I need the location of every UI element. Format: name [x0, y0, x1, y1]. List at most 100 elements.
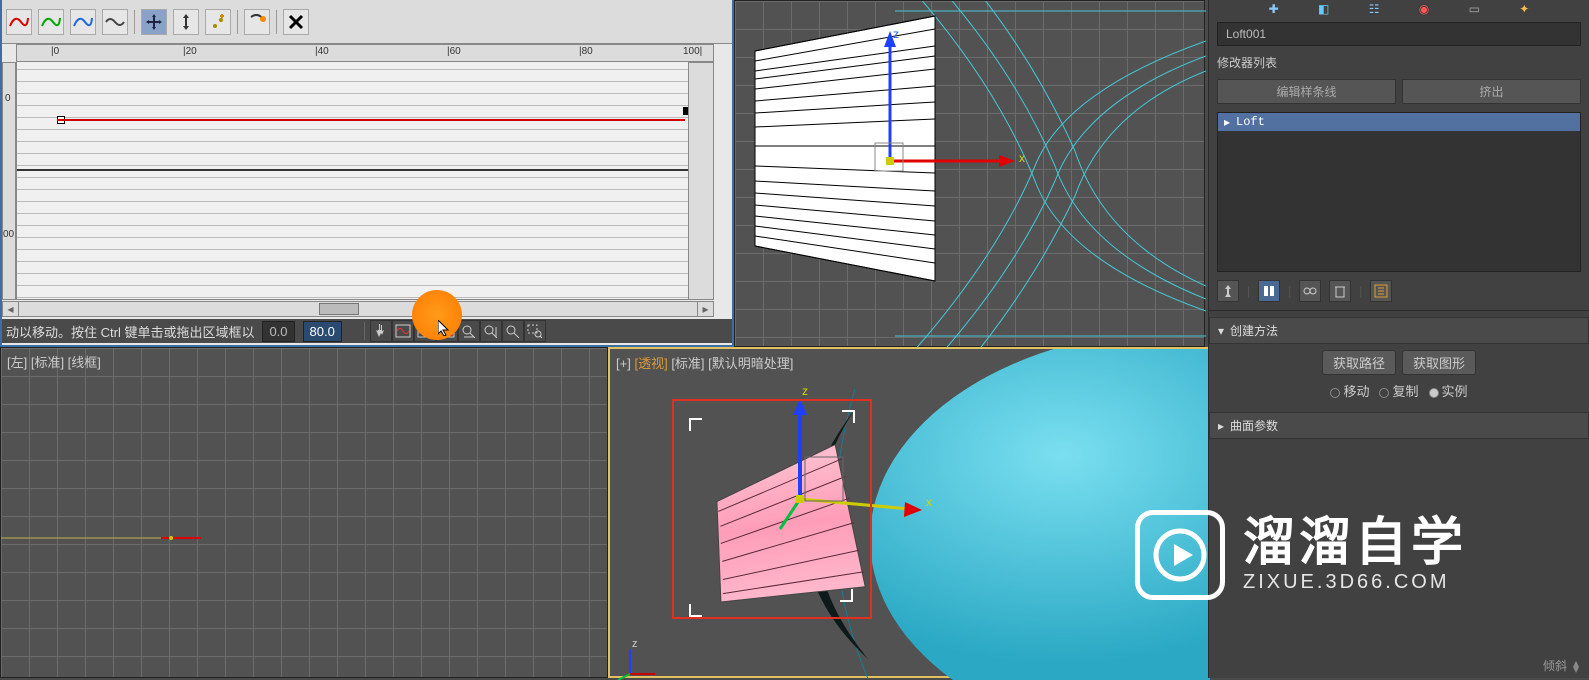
remove-modifier-icon[interactable] — [1329, 280, 1351, 302]
left-viewport-content — [1, 348, 609, 679]
annotation-highlight — [412, 290, 462, 340]
toolbar-sep-3 — [276, 10, 277, 34]
zoom-region-icon[interactable] — [524, 320, 546, 342]
viewport-left-label[interactable]: [左] [标准] [线框] — [7, 352, 101, 371]
spinner-icon[interactable]: ▴▾ — [1573, 660, 1579, 672]
value-ruler-right — [688, 62, 714, 300]
object-name-field[interactable]: Loft001 — [1217, 22, 1581, 46]
vp-label-rest: [标准] [默认明暗处理] — [671, 356, 793, 371]
stack-entry-label: Loft — [1236, 115, 1265, 129]
curve-line[interactable] — [57, 119, 685, 121]
tab-modify-icon[interactable]: ◧ — [1318, 2, 1329, 16]
viewport-perspective[interactable]: [+] [透视] [标准] [默认明暗处理] — [608, 347, 1208, 678]
value-ruler-left: 0 00 — [2, 62, 16, 300]
watermark-url: ZIXUE.3D66.COM — [1243, 571, 1467, 594]
left-label-0: 0 — [5, 93, 11, 104]
get-shape-button[interactable]: 获取图形 — [1402, 350, 1476, 375]
rollout-create-method[interactable]: ▾ 创建方法 — [1209, 317, 1589, 344]
tab-hierarchy-icon[interactable]: ☷ — [1369, 2, 1380, 16]
tab-utilities-icon[interactable]: ✦ — [1519, 2, 1529, 16]
tab-display-icon[interactable]: ▭ — [1469, 2, 1480, 16]
scroll-left-icon[interactable]: ◂ — [3, 302, 19, 316]
zoom-horiz-icon[interactable] — [458, 320, 480, 342]
curve-graph-area[interactable] — [16, 44, 714, 300]
radio-move[interactable]: 移动 — [1330, 381, 1369, 400]
timeline-ruler[interactable]: |0 |20 |40 |60 |80 100| — [16, 44, 714, 62]
viewport-perspective-label[interactable]: [+] [透视] [标准] [默认明暗处理] — [616, 353, 793, 372]
viewport-top[interactable]: z x — [734, 0, 1205, 347]
tick-40: |40 — [315, 46, 329, 57]
rollout-create-label: 创建方法 — [1230, 322, 1278, 339]
modifier-stack-entry[interactable]: ▸ Loft — [1218, 113, 1580, 131]
configure-sets-icon[interactable] — [1370, 280, 1392, 302]
pin-stack-icon[interactable] — [1217, 280, 1239, 302]
svg-text:z: z — [632, 638, 638, 650]
horizontal-scrollbar[interactable]: ◂ ▸ — [2, 301, 714, 317]
extrude-button[interactable]: 挤出 — [1402, 79, 1581, 104]
add-keys-icon[interactable] — [205, 9, 231, 35]
rollout-surface-params[interactable]: ▸ 曲面参数 — [1209, 412, 1589, 439]
scroll-right-icon[interactable]: ▸ — [697, 302, 713, 316]
value-field-1[interactable]: 0.0 — [262, 321, 294, 342]
radio-copy[interactable]: 复制 — [1379, 381, 1418, 400]
axis-z-label: z — [893, 27, 899, 41]
zoom-vert-icon[interactable] — [480, 320, 502, 342]
rollout-surface-label: 曲面参数 — [1230, 417, 1278, 434]
left-label-1: 00 — [3, 229, 14, 240]
cursor-pointer-icon — [438, 320, 450, 336]
make-unique-icon[interactable] — [1299, 280, 1321, 302]
zoom-icon[interactable] — [502, 320, 524, 342]
status-hint-text: 动以移动。按住 Ctrl 键单击或拖出区域框以 — [2, 322, 258, 341]
scale-vertical-icon[interactable] — [173, 9, 199, 35]
edit-spline-button[interactable]: 编辑样条线 — [1217, 79, 1396, 104]
watermark-logo: 溜溜自学 ZIXUE.3D66.COM — [1135, 495, 1589, 615]
modifier-stack[interactable]: ▸ Loft — [1217, 112, 1581, 272]
pan-icon[interactable] — [370, 320, 392, 342]
curve-editor-toolbar — [2, 0, 732, 44]
axis-x-label: x — [1019, 151, 1025, 165]
curve-red-icon[interactable] — [6, 9, 32, 35]
toolbar-sep-2 — [237, 10, 238, 34]
expand-down-icon: ▾ — [1218, 324, 1224, 338]
expand-right-icon: ▸ — [1218, 419, 1224, 433]
vp-label-prefix: [+] — [616, 356, 631, 371]
top-viewport-wireframe — [735, 1, 1206, 348]
watermark-title: 溜溜自学 — [1243, 516, 1467, 571]
modifier-stack-footer: | | | — [1209, 276, 1589, 306]
curve-green-icon[interactable] — [38, 9, 64, 35]
expand-icon[interactable]: ▸ — [1224, 115, 1230, 129]
curve-blue-icon[interactable] — [70, 9, 96, 35]
annotation-red-box — [672, 399, 872, 619]
command-panel-tabs: ✚ ◧ ☷ ◉ ▭ ✦ — [1209, 0, 1589, 18]
delete-key-icon[interactable] — [283, 9, 309, 35]
zero-line — [17, 169, 713, 171]
curve-editor-status-bar: 动以移动。按住 Ctrl 键单击或拖出区域框以 0.0 80.0 — [2, 319, 732, 343]
bottom-tilt-label: 倾斜 ▴▾ — [1543, 657, 1579, 674]
viewport-left[interactable]: [左] [标准] [线框] — [0, 347, 608, 678]
rollout-create-body: 获取路径 获取图形 移动 复制 实例 — [1209, 344, 1589, 406]
move-tool-icon[interactable] — [141, 9, 167, 35]
tick-100: 100| — [683, 46, 702, 57]
curve-editor-panel: |0 |20 |40 |60 |80 100| 0 00 ◂ ▸ 动以移动。按住… — [0, 0, 734, 347]
tick-80: |80 — [579, 46, 593, 57]
tick-60: |60 — [447, 46, 461, 57]
radio-instance[interactable]: 实例 — [1429, 381, 1468, 400]
get-path-button[interactable]: 获取路径 — [1322, 350, 1396, 375]
watermark-play-icon — [1135, 510, 1225, 600]
wave-icon[interactable] — [102, 9, 128, 35]
tab-create-icon[interactable]: ✚ — [1269, 2, 1279, 16]
toolbar-sep — [134, 10, 135, 34]
tick-0: |0 — [51, 46, 59, 57]
tick-20: |20 — [183, 46, 197, 57]
svg-text:x: x — [926, 495, 932, 509]
vp-label-perspective: [透视] — [634, 356, 667, 371]
zoom-extent-h-icon[interactable] — [392, 320, 414, 342]
tilt-text: 倾斜 — [1543, 657, 1567, 674]
modifier-list-label: 修改器列表 — [1209, 50, 1589, 75]
value-field-2[interactable]: 80.0 — [303, 321, 342, 342]
tab-motion-icon[interactable]: ◉ — [1419, 2, 1429, 16]
snap-icon[interactable] — [244, 9, 270, 35]
svg-text:z: z — [802, 384, 808, 398]
scroll-thumb[interactable] — [319, 303, 359, 315]
show-end-result-icon[interactable] — [1258, 280, 1280, 302]
